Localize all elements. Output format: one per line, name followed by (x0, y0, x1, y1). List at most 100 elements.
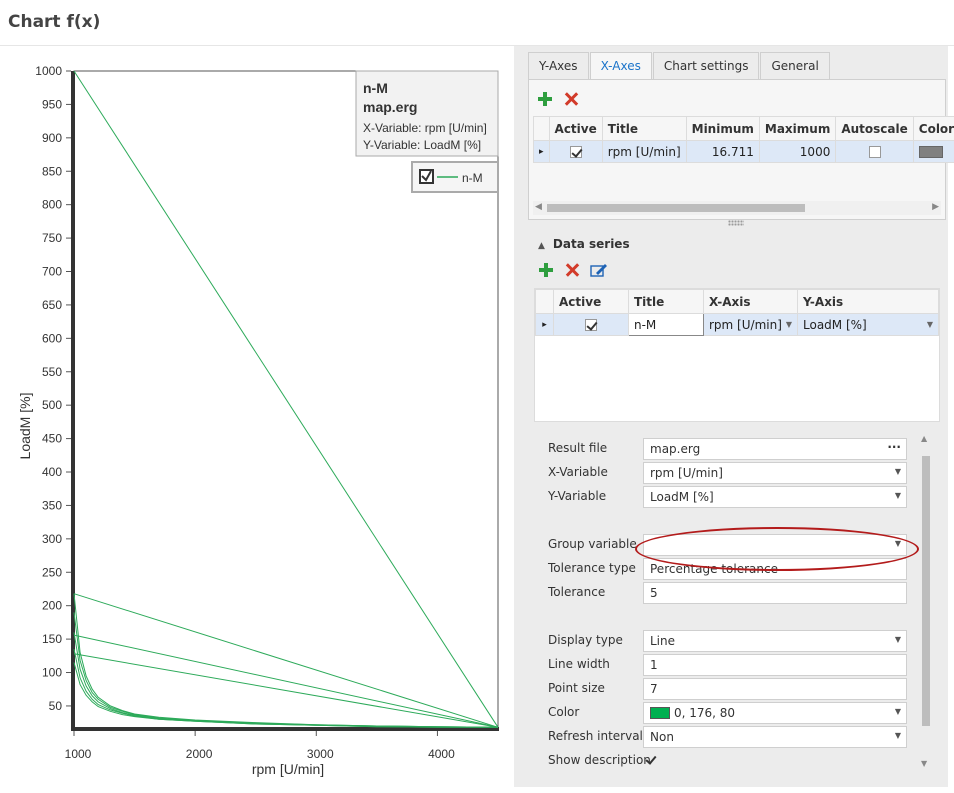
axis-color-swatch (918, 146, 943, 158)
field-value: 0, 176, 80 (674, 706, 736, 720)
minimum-cell[interactable]: 16.711 (685, 140, 760, 163)
legend[interactable]: n-M (411, 161, 499, 193)
row-expander-icon[interactable]: ▸ (535, 313, 554, 336)
series-table: Active Title X-Axis Y-Axis ▸ n-M rpm [U/… (535, 289, 939, 336)
splitter-grip[interactable] (728, 220, 744, 226)
x-tick-label: 2000 (186, 747, 213, 761)
collapse-icon[interactable]: ▲ (538, 241, 545, 251)
scroll-thumb[interactable] (547, 204, 805, 212)
ellipsis-icon[interactable]: ··· (887, 440, 901, 454)
col-title[interactable]: Title (628, 289, 704, 314)
active-checkbox[interactable] (569, 146, 582, 158)
field-value: LoadM [%] (650, 490, 714, 504)
col-minimum[interactable]: Minimum (685, 116, 760, 141)
col-autoscale[interactable]: Autoscale (835, 116, 914, 141)
field-value: map.erg (650, 442, 701, 456)
color-cell[interactable] (912, 140, 954, 163)
chevron-down-icon[interactable]: ▼ (786, 320, 792, 329)
prop-line-width: Line width 1 (534, 654, 934, 676)
add-axis-icon[interactable] (537, 91, 553, 107)
field-value: 5 (650, 586, 658, 600)
edit-series-icon[interactable] (590, 262, 607, 278)
tab-y-axes[interactable]: Y-Axes (528, 52, 589, 80)
autoscale-checkbox[interactable] (868, 146, 881, 158)
group-variable-select[interactable]: ▼ (643, 534, 907, 556)
chevron-down-icon[interactable]: ▼ (895, 707, 901, 716)
scroll-up-icon[interactable]: ▲ (921, 434, 927, 443)
col-active[interactable]: Active (548, 116, 603, 141)
y-tick-label: 150 (42, 632, 62, 646)
result-file-field[interactable]: map.erg ··· (643, 438, 907, 460)
scroll-thumb[interactable] (922, 456, 930, 726)
y-tick-label: 450 (42, 432, 62, 446)
scroll-left-icon[interactable]: ◀ (535, 202, 542, 212)
prop-group-variable: Group variable ▼ (534, 534, 934, 556)
axes-tabs: Y-Axes X-Axes Chart settings General (528, 52, 831, 80)
show-description-checkbox[interactable] (645, 754, 657, 766)
row-header-cell (535, 289, 554, 314)
autoscale-cell[interactable] (835, 140, 914, 163)
row-expander-icon[interactable]: ▸ (533, 140, 550, 163)
axes-hscrollbar[interactable]: ◀ ▶ (533, 201, 941, 215)
tolerance-field[interactable]: 5 (643, 582, 907, 604)
legend-label: n-M (462, 171, 483, 185)
chevron-down-icon[interactable]: ▼ (927, 320, 933, 329)
prop-display-type: Display type Line ▼ (534, 630, 934, 652)
delete-axis-icon[interactable] (563, 91, 579, 107)
prop-color: Color 0, 176, 80 ▼ (534, 702, 934, 724)
display-type-select[interactable]: Line ▼ (643, 630, 907, 652)
chevron-down-icon[interactable]: ▼ (895, 467, 901, 476)
y-tick-label: 500 (42, 398, 62, 412)
active-cell[interactable] (553, 313, 629, 336)
prop-point-size: Point size 7 (534, 678, 934, 700)
table-row[interactable]: ▸ rpm [U/min] 16.711 1000 (533, 140, 954, 163)
add-series-icon[interactable] (538, 262, 554, 278)
line-width-field[interactable]: 1 (643, 654, 907, 676)
col-x-axis[interactable]: X-Axis (703, 289, 798, 314)
col-title[interactable]: Title (601, 116, 687, 141)
x-tick-label: 4000 (428, 747, 455, 761)
table-row[interactable]: ▸ n-M rpm [U/min] ▼ LoadM [%] ▼ (535, 313, 939, 336)
col-y-axis[interactable]: Y-Axis (797, 289, 939, 314)
color-select[interactable]: 0, 176, 80 ▼ (643, 702, 907, 724)
chevron-down-icon[interactable]: ▼ (895, 539, 901, 548)
field-value: 7 (650, 682, 658, 696)
tab-general[interactable]: General (760, 52, 830, 80)
y-variable-select[interactable]: LoadM [%] ▼ (643, 486, 907, 508)
scroll-right-icon[interactable]: ▶ (932, 202, 939, 212)
y-axis-cell[interactable]: LoadM [%] ▼ (797, 313, 939, 336)
data-series-header[interactable]: ▲ Data series (528, 232, 946, 256)
col-active[interactable]: Active (553, 289, 629, 314)
point-size-field[interactable]: 7 (643, 678, 907, 700)
prop-refresh-interval: Refresh interval Non ▼ (534, 726, 934, 748)
y-tick-label: 250 (42, 565, 62, 579)
chevron-down-icon[interactable]: ▼ (895, 731, 901, 740)
active-cell[interactable] (548, 140, 603, 163)
scroll-down-icon[interactable]: ▼ (921, 759, 927, 768)
title-cell[interactable]: rpm [U/min] (601, 140, 687, 163)
col-color[interactable]: Color (912, 116, 954, 141)
x-axis-cell[interactable]: rpm [U/min] ▼ (703, 313, 798, 336)
y-tick-label: 850 (42, 164, 62, 178)
tab-chart-settings[interactable]: Chart settings (652, 52, 760, 80)
x-variable-select[interactable]: rpm [U/min] ▼ (643, 462, 907, 484)
field-value: rpm [U/min] (650, 466, 723, 480)
y-tick-label: 750 (42, 231, 62, 245)
series-grid: Active Title X-Axis Y-Axis ▸ n-M rpm [U/… (534, 288, 940, 422)
delete-series-icon[interactable] (564, 262, 580, 278)
y-tick-label: 550 (42, 365, 62, 379)
title-bar: Chart f(x) (0, 0, 954, 46)
col-maximum[interactable]: Maximum (758, 116, 837, 141)
series-title-cell[interactable]: n-M (628, 313, 704, 336)
tolerance-type-select[interactable]: Percentage tolerance (643, 558, 907, 580)
refresh-interval-select[interactable]: Non ▼ (643, 726, 907, 748)
prop-label: X-Variable (548, 465, 608, 479)
y-tick-label: 700 (42, 265, 62, 279)
chevron-down-icon[interactable]: ▼ (895, 491, 901, 500)
field-value: Line (650, 634, 676, 648)
properties-vscrollbar[interactable]: ▲ ▼ (920, 434, 932, 768)
maximum-cell[interactable]: 1000 (758, 140, 837, 163)
chevron-down-icon[interactable]: ▼ (895, 635, 901, 644)
tab-x-axes[interactable]: X-Axes (589, 52, 652, 80)
series-active-checkbox[interactable] (585, 319, 597, 331)
